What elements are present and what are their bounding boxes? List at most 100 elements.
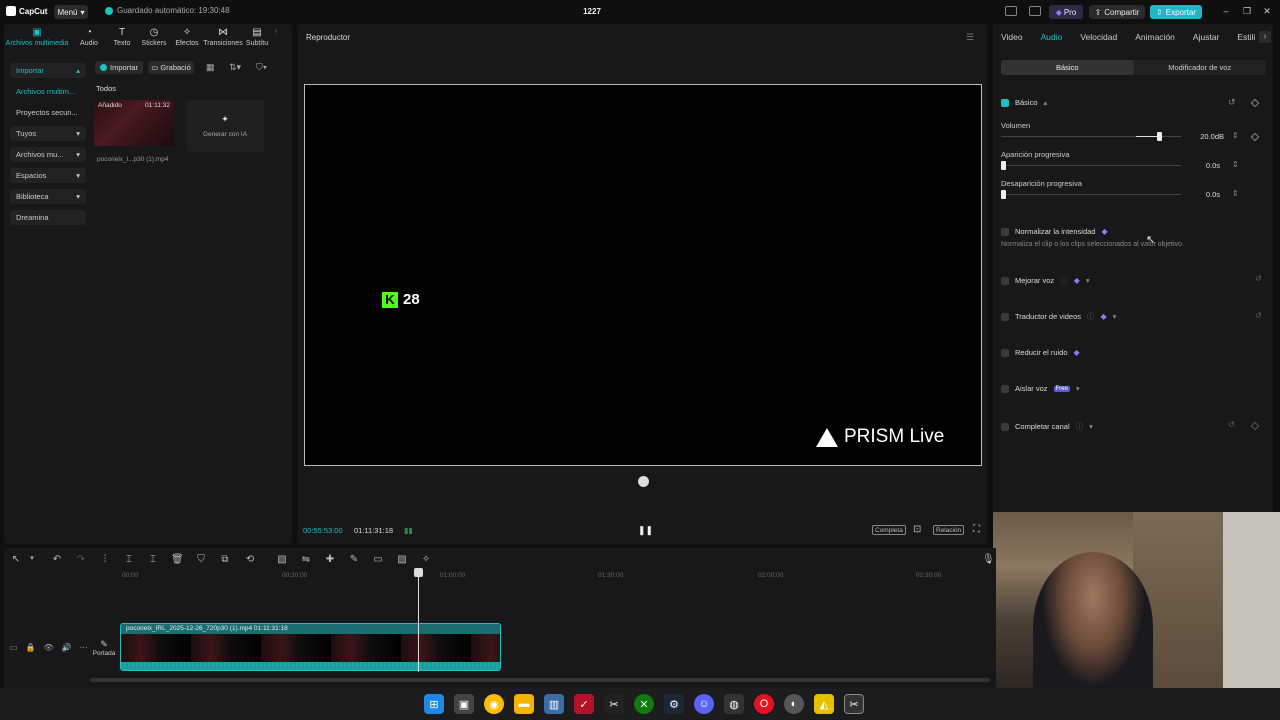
track-icon[interactable]: ▭ (10, 643, 18, 652)
translator-checkbox[interactable] (1001, 312, 1009, 321)
stepper-icon[interactable]: ⇕ (1232, 189, 1239, 198)
tab-text[interactable]: T Texto (108, 26, 136, 50)
crop-icon[interactable]: ⧉ (219, 554, 231, 565)
fullscreen-icon[interactable]: ⛶ (973, 524, 980, 535)
tab-stickers[interactable]: ◷ Stickers (136, 26, 172, 50)
reset-icon[interactable]: ↺ (1228, 420, 1235, 429)
sidebar-item-secondary-projects[interactable]: Proyectos secun... (10, 105, 86, 120)
complete-channel-row[interactable]: Completar canal ⓘ ▾ (1001, 421, 1093, 432)
sidebar-item-spaces[interactable]: Espacios ▾ (10, 168, 86, 183)
opera-icon[interactable]: O (754, 694, 774, 714)
tab-video[interactable]: Video (1001, 32, 1023, 42)
fade-out-slider-knob[interactable] (1001, 190, 1006, 199)
capcut-active-icon[interactable]: ✂ (844, 694, 864, 714)
shield-icon[interactable]: ⛉ (195, 554, 207, 565)
steam-icon[interactable]: ⚙ (664, 694, 684, 714)
sort-icon[interactable]: ⇅▾ (229, 62, 241, 73)
volume-slider-knob[interactable] (1157, 132, 1163, 141)
playhead[interactable] (418, 570, 419, 672)
yellow-app-icon[interactable]: ◭ (814, 694, 834, 714)
xbox-icon[interactable]: ✕ (634, 694, 654, 714)
volume-value[interactable]: 20.0dB (1188, 132, 1224, 141)
windows-start-icon[interactable]: ⊞ (424, 694, 444, 714)
shortcuts-icon[interactable] (1029, 6, 1041, 16)
sidebar-item-library[interactable]: Biblioteca ▾ (10, 189, 86, 204)
menu-button[interactable]: Menú ▾ (54, 5, 88, 19)
reduce-noise-row[interactable]: Reducir el ruido ◆ (1001, 348, 1080, 357)
microphone-icon[interactable]: 🎙 (982, 554, 995, 565)
more-icon[interactable]: ⋯ (80, 643, 88, 652)
complete-channel-checkbox[interactable] (1001, 422, 1009, 431)
fade-in-value[interactable]: 0.0s (1184, 161, 1220, 170)
fade-out-value[interactable]: 0.0s (1184, 190, 1220, 199)
record-button[interactable]: ▭ Grabació (148, 61, 194, 74)
normalize-checkbox[interactable] (1001, 227, 1009, 236)
lock-icon[interactable]: 🔒 (26, 643, 36, 652)
sidebar-item-media-files[interactable]: Archivos multim... (10, 84, 86, 99)
magic-icon[interactable]: ✎ (348, 554, 360, 565)
sidebar-item-dreamina[interactable]: Dreamina (10, 210, 86, 225)
chevron-right-icon[interactable]: › (270, 26, 282, 50)
chevron-right-icon[interactable]: › (1259, 31, 1271, 43)
split-right-icon[interactable]: ⌶ (147, 554, 159, 565)
normalize-row[interactable]: Normalizar la intensidad ◆ (1001, 227, 1108, 236)
ratio-selector[interactable]: Relación (933, 525, 965, 535)
reset-icon[interactable]: ↺ (1255, 274, 1262, 283)
tab-adjust[interactable]: Ajustar (1193, 32, 1219, 42)
export-button[interactable]: ⇧ Exportar (1150, 5, 1202, 19)
tab-transitions[interactable]: ⋈ Transiciones (202, 26, 244, 50)
reset-icon[interactable]: ↺ (1228, 97, 1236, 108)
caption-icon[interactable]: ▭ (372, 554, 384, 565)
tab-speed[interactable]: Velocidad (1080, 32, 1117, 42)
split-icon[interactable]: ⫶ (99, 554, 111, 565)
editor-app-icon[interactable]: ✓ (574, 694, 594, 714)
grid-view-icon[interactable]: ▦ (206, 62, 215, 73)
reset-icon[interactable]: ↺ (1255, 311, 1262, 320)
basic-checkbox[interactable] (1001, 98, 1009, 107)
stepper-icon[interactable]: ⇕ (1232, 131, 1239, 140)
eye-icon[interactable]: 👁 (44, 643, 54, 652)
filter-all-label[interactable]: Todos (96, 84, 116, 93)
media-thumbnail[interactable]: Añadido 01:11:32 (94, 100, 174, 146)
close-icon[interactable]: ✕ (1261, 6, 1273, 17)
hamburger-icon[interactable]: ☰ (966, 32, 974, 43)
layout-icon[interactable] (1005, 6, 1017, 16)
enhance-voice-checkbox[interactable] (1001, 276, 1009, 285)
delete-icon[interactable]: 🗑 (171, 554, 184, 565)
fade-in-slider-knob[interactable] (1001, 161, 1006, 170)
video-preview[interactable] (304, 84, 982, 466)
fade-out-slider[interactable] (1001, 194, 1181, 195)
sidebar-item-yours[interactable]: Tuyos ▾ (10, 126, 86, 141)
tab-audio-props[interactable]: Audio (1041, 32, 1063, 42)
generate-ai-button[interactable]: ✦ Generar con IA (186, 100, 264, 152)
tab-media[interactable]: ▣ Archivos multimedia (4, 26, 70, 50)
tab-audio[interactable]: ◔ Audio (70, 26, 108, 50)
tab-effects[interactable]: ✧ Efectos (172, 26, 202, 50)
browser-icon[interactable]: ◐ (784, 694, 804, 714)
mirror-icon[interactable]: ⇋ (300, 554, 312, 565)
photo-icon[interactable]: ▨ (396, 554, 408, 565)
undo-icon[interactable]: ↶ (51, 554, 63, 565)
filter-icon[interactable]: ⛉▾ (256, 62, 267, 73)
split-left-icon[interactable]: ⌶ (123, 554, 135, 565)
quality-selector[interactable]: Completa (872, 525, 906, 535)
rotate-handle-icon[interactable] (638, 476, 649, 487)
sidebar-item-import[interactable]: Importar ▴ (10, 63, 86, 78)
isolate-voice-checkbox[interactable] (1001, 384, 1009, 393)
tab-style[interactable]: Estili (1237, 32, 1255, 42)
share-button[interactable]: ⇪ Compartir (1089, 5, 1145, 19)
discord-icon[interactable]: ☺ (694, 694, 714, 714)
basic-section-header[interactable]: Básico ▴ (1001, 98, 1047, 107)
pause-button[interactable]: ❚❚ (638, 525, 653, 536)
file-explorer-icon[interactable]: ▬ (514, 694, 534, 714)
stepper-icon[interactable]: ⇕ (1232, 160, 1239, 169)
chrome-icon[interactable]: ◉ (484, 694, 504, 714)
speaker-icon[interactable]: 🔊 (62, 643, 72, 652)
import-button[interactable]: Importar (95, 61, 143, 74)
timeline-clip[interactable]: pocorielx_IRL_2025-12-26_720p30 (1).mp4 … (120, 623, 501, 671)
sparkle-icon[interactable]: ✧ (420, 554, 432, 565)
obs-icon[interactable]: ◍ (724, 694, 744, 714)
sidebar-item-media-archive[interactable]: Archivos mu... ▾ (10, 147, 86, 162)
tab-animation[interactable]: Animación (1135, 32, 1175, 42)
playhead-handle[interactable] (414, 568, 423, 577)
